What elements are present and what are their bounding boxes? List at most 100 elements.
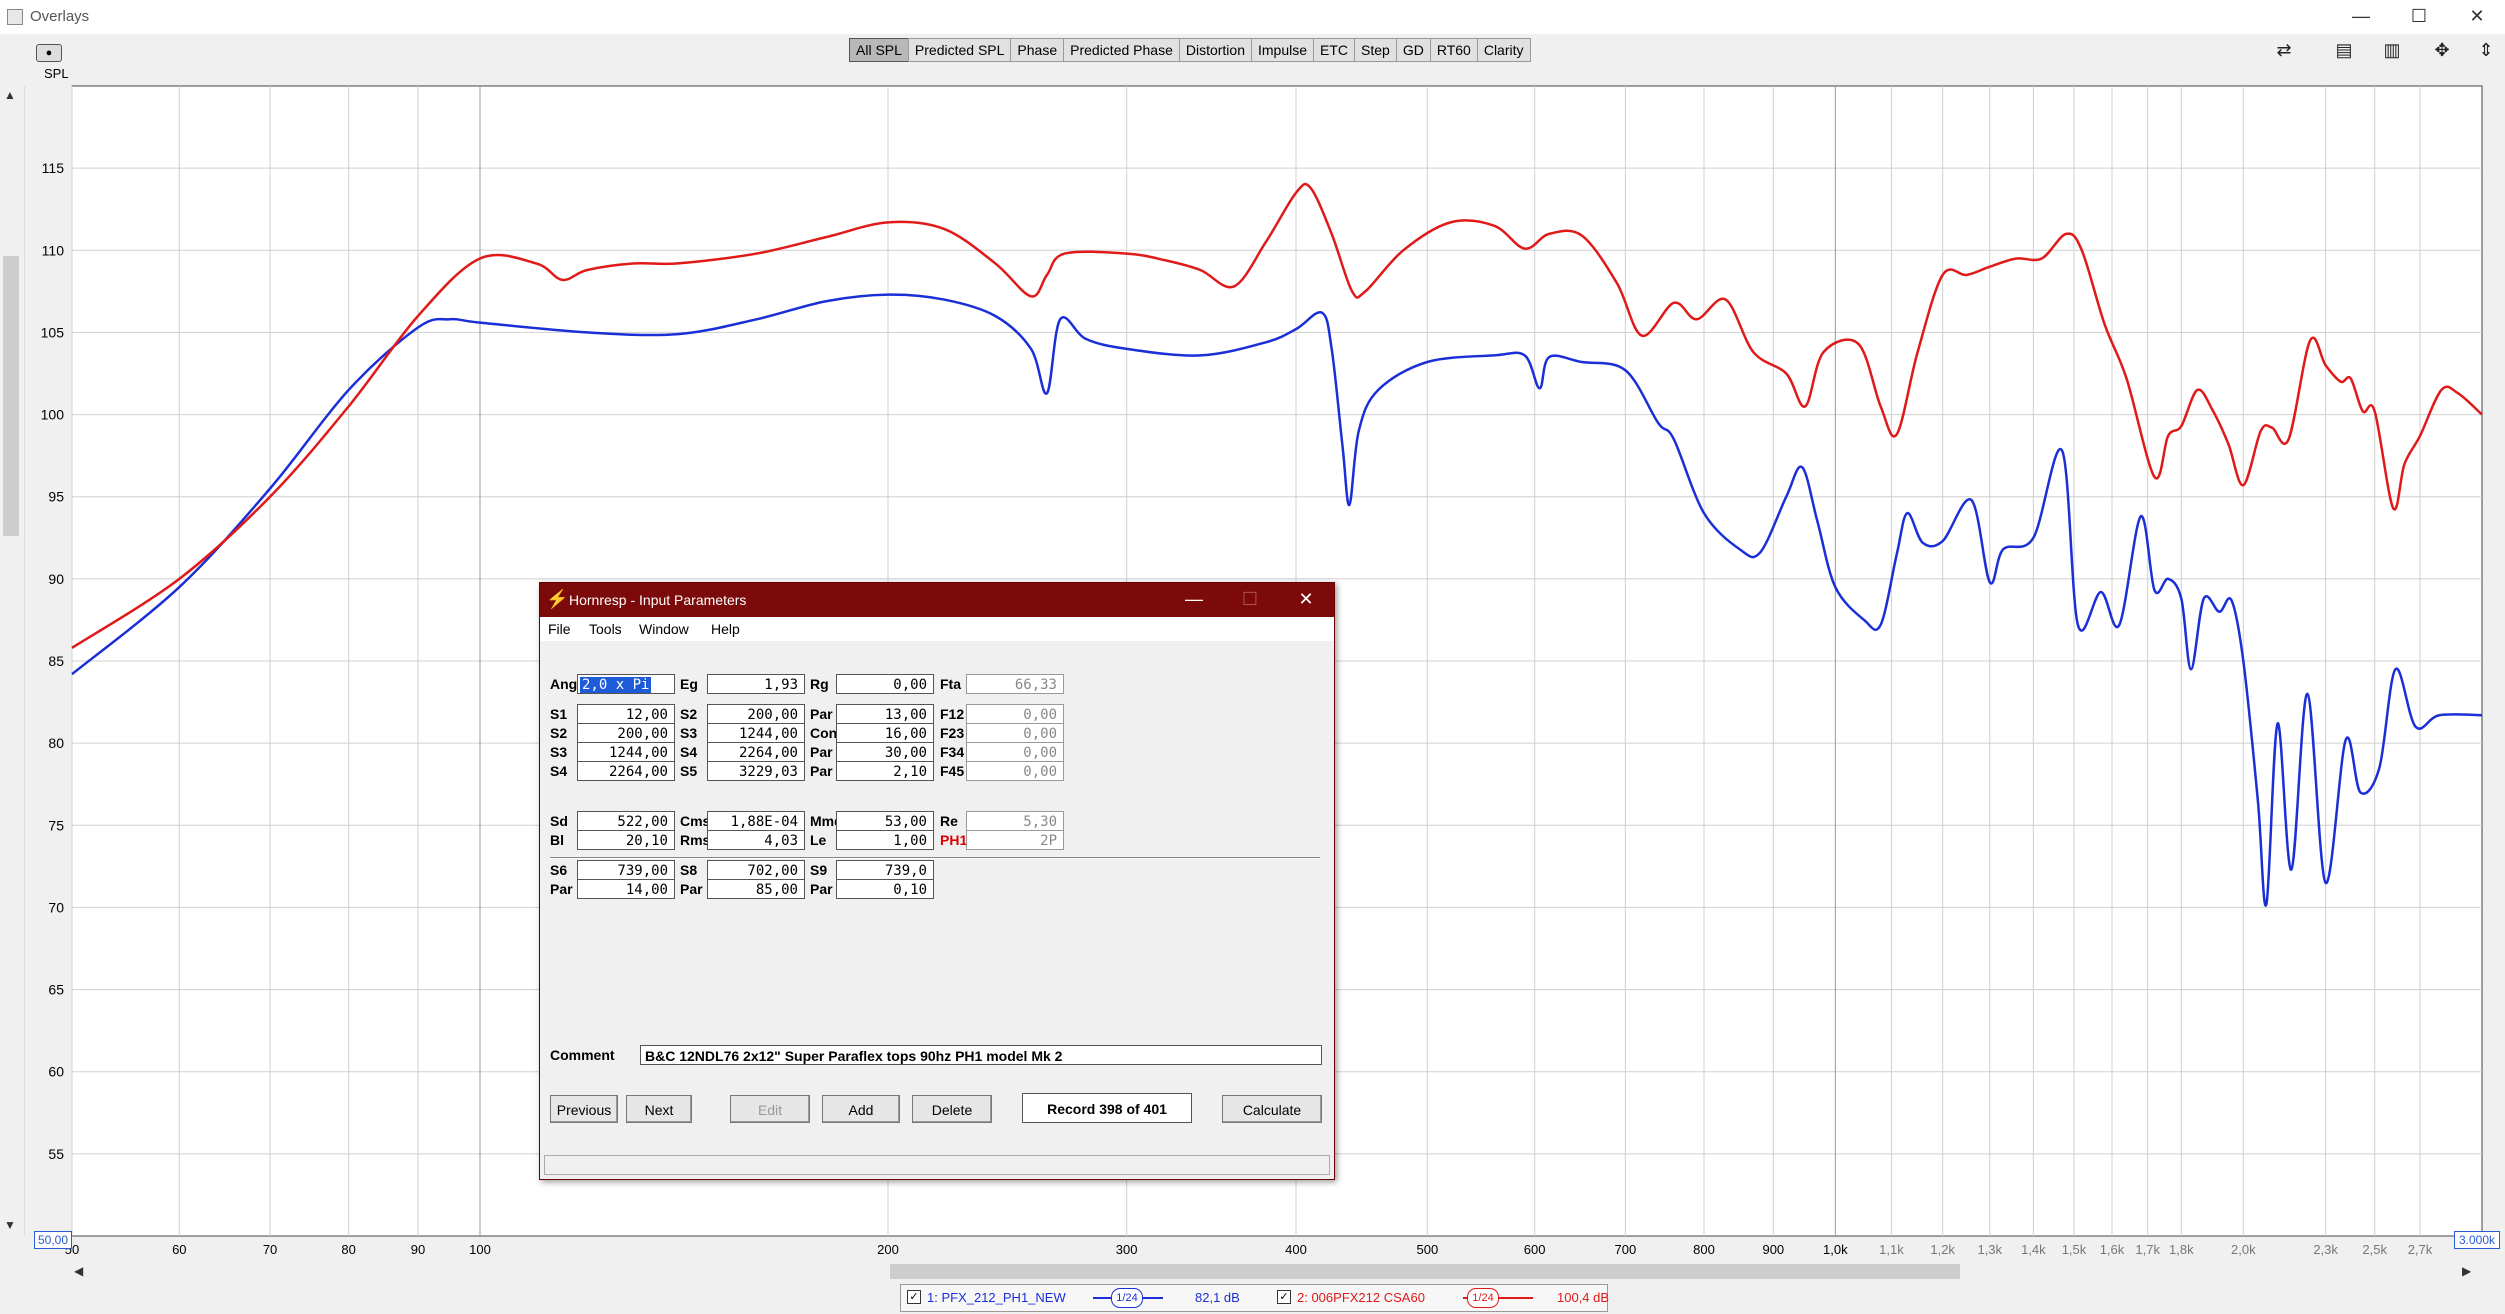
x-range-min-field[interactable]: 50,00 xyxy=(34,1231,72,1249)
x-tick-label: 800 xyxy=(1693,1242,1715,1257)
param-field-rms[interactable]: 4,03 xyxy=(707,830,805,850)
param-field-par[interactable]: 14,00 xyxy=(577,879,675,899)
param-label-s3: S3 xyxy=(550,744,568,760)
record-indicator: Record 398 of 401 xyxy=(1022,1093,1192,1123)
dialog-minimize-button[interactable]: — xyxy=(1166,583,1222,617)
x-tick-label: 2,0k xyxy=(2231,1242,2256,1257)
param-label-rg: Rg xyxy=(810,676,829,692)
param-label-f45: F45 xyxy=(940,763,965,779)
scroll-down-icon[interactable]: ▼ xyxy=(4,1218,16,1232)
param-field-par[interactable]: 0,10 xyxy=(836,879,934,899)
series1-label[interactable]: 1: PFX_212_PH1_NEW xyxy=(927,1290,1066,1305)
series1-checkbox[interactable]: ✓ xyxy=(907,1290,921,1304)
param-label-s4: S4 xyxy=(680,744,698,760)
param-field-s1[interactable]: 12,00 xyxy=(577,704,675,724)
x-range-max-field[interactable]: 3.000k xyxy=(2454,1231,2500,1249)
y-tick-label: 100 xyxy=(41,407,65,423)
param-field-s4[interactable]: 2264,00 xyxy=(707,742,805,762)
vertical-scrollbar[interactable]: ▲ ▼ xyxy=(0,86,25,1236)
param-field-s4[interactable]: 2264,00 xyxy=(577,761,675,781)
param-label-s6: S6 xyxy=(550,862,568,878)
param-label-cms: Cms xyxy=(680,813,711,829)
y-tick-label: 115 xyxy=(42,160,65,176)
comment-field[interactable]: B&C 12NDL76 2x12" Super Paraflex tops 90… xyxy=(640,1045,1322,1065)
param-field-s3[interactable]: 1244,00 xyxy=(577,742,675,762)
series2-checkbox[interactable]: ✓ xyxy=(1277,1290,1291,1304)
param-label-s2: S2 xyxy=(550,725,568,741)
x-axis-labels: 50 60 70 80 90 100 200 300 400 500 600 700 800 900 1,0… xyxy=(65,1242,2433,1257)
param-field-sd[interactable]: 522,00 xyxy=(577,811,675,831)
menu-tools[interactable]: Tools xyxy=(589,621,622,637)
x-tick-label: 600 xyxy=(1524,1242,1546,1257)
param-field-bl[interactable]: 20,10 xyxy=(577,830,675,850)
param-field-rg[interactable]: 0,00 xyxy=(836,674,934,694)
series2-label[interactable]: 2: 006PFX212 CSA60 xyxy=(1297,1290,1425,1305)
y-tick-label: 80 xyxy=(48,735,64,751)
horizontal-scrollbar[interactable]: ◀ ▶ xyxy=(70,1262,2480,1282)
param-label-par: Par xyxy=(810,744,833,760)
param-field-par[interactable]: 2,10 xyxy=(836,761,934,781)
scroll-up-icon[interactable]: ▲ xyxy=(4,88,16,102)
param-label-fta: Fta xyxy=(940,676,961,692)
y-tick-label: 55 xyxy=(48,1146,64,1162)
param-field-cms[interactable]: 1,88E-04 xyxy=(707,811,805,831)
menu-window[interactable]: Window xyxy=(639,621,689,637)
dialog-title: Hornresp - Input Parameters xyxy=(569,592,747,608)
x-tick-label: 100 xyxy=(469,1242,491,1257)
x-tick-label: 200 xyxy=(877,1242,899,1257)
param-field-s8[interactable]: 702,00 xyxy=(707,860,805,880)
menu-help[interactable]: Help xyxy=(711,621,740,637)
series2-smoothing[interactable]: 1/24 xyxy=(1467,1288,1499,1308)
x-tick-label: 70 xyxy=(263,1242,277,1257)
hornresp-dialog: ⚡ Hornresp - Input Parameters — ☐ ✕ File… xyxy=(539,582,1335,1180)
y-tick-label: 95 xyxy=(48,489,64,505)
param-label-s2: S2 xyxy=(680,706,698,722)
menu-file[interactable]: File xyxy=(548,621,571,637)
delete-button[interactable]: Delete xyxy=(912,1095,992,1123)
calculate-button[interactable]: Calculate xyxy=(1222,1095,1322,1123)
dialog-statusbar xyxy=(544,1155,1330,1175)
param-field-eg[interactable]: 1,93 xyxy=(707,674,805,694)
param-field-re: 5,30 xyxy=(966,811,1064,831)
param-field-par[interactable]: 85,00 xyxy=(707,879,805,899)
param-field-s9[interactable]: 739,0 xyxy=(836,860,934,880)
param-field-mmd[interactable]: 53,00 xyxy=(836,811,934,831)
param-label-rms: Rms xyxy=(680,832,711,848)
series1-smoothing[interactable]: 1/24 xyxy=(1111,1288,1143,1308)
add-button[interactable]: Add xyxy=(822,1095,900,1123)
scroll-right-icon[interactable]: ▶ xyxy=(2462,1264,2471,1278)
y-tick-label: 60 xyxy=(48,1064,64,1080)
x-tick-label: 60 xyxy=(172,1242,186,1257)
param-field-le[interactable]: 1,00 xyxy=(836,830,934,850)
hscroll-thumb[interactable] xyxy=(890,1264,1960,1279)
param-label-re: Re xyxy=(940,813,958,829)
param-field-s2[interactable]: 200,00 xyxy=(707,704,805,724)
x-tick-label: 1,5k xyxy=(2062,1242,2087,1257)
y-axis-labels: 55 60 65 70 75 80 85 90 95 100 105 110 115 xyxy=(41,160,65,1162)
param-field-ang[interactable]: 2,0 x Pi xyxy=(577,674,675,694)
param-label-sd: Sd xyxy=(550,813,568,829)
param-field-con[interactable]: 16,00 xyxy=(836,723,934,743)
param-value-selected[interactable]: 2,0 x Pi xyxy=(580,677,652,693)
y-tick-label: 90 xyxy=(48,571,64,587)
param-field-par[interactable]: 13,00 xyxy=(836,704,934,724)
hornresp-icon: ⚡ xyxy=(546,589,569,609)
param-label-s8: S8 xyxy=(680,862,698,878)
param-field-s2[interactable]: 200,00 xyxy=(577,723,675,743)
param-label-con: Con xyxy=(810,725,838,741)
param-label-s3: S3 xyxy=(680,725,698,741)
param-field-s6[interactable]: 739,00 xyxy=(577,860,675,880)
next-button[interactable]: Next xyxy=(626,1095,692,1123)
param-field-s5[interactable]: 3229,03 xyxy=(707,761,805,781)
param-label-eg: Eg xyxy=(680,676,698,692)
param-label-par: Par xyxy=(810,763,833,779)
x-tick-label: 700 xyxy=(1615,1242,1637,1257)
param-field-par[interactable]: 30,00 xyxy=(836,742,934,762)
scroll-left-icon[interactable]: ◀ xyxy=(74,1264,83,1278)
scroll-thumb[interactable] xyxy=(3,256,19,536)
dialog-close-button[interactable]: ✕ xyxy=(1278,583,1334,617)
param-field-f45: 0,00 xyxy=(966,761,1064,781)
previous-button[interactable]: Previous xyxy=(550,1095,618,1123)
param-label-s9: S9 xyxy=(810,862,828,878)
param-field-s3[interactable]: 1244,00 xyxy=(707,723,805,743)
